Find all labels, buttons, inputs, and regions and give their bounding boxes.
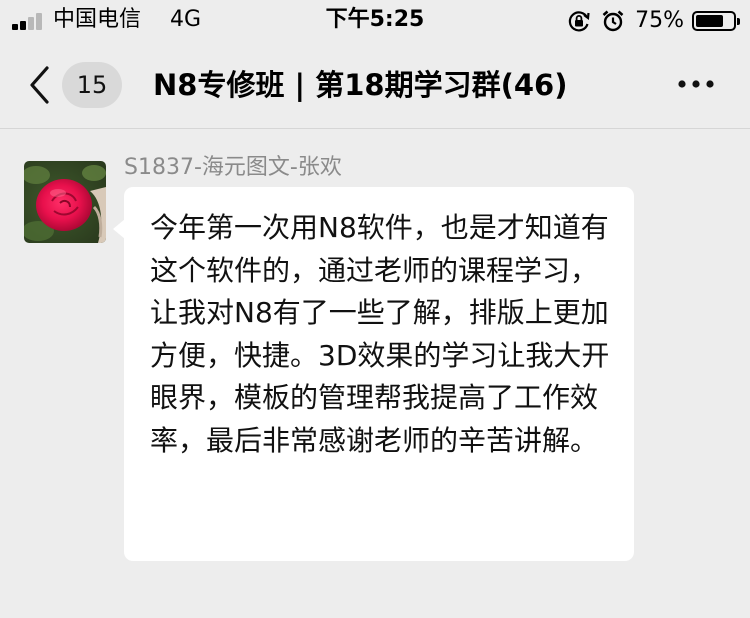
message-text: 今年第一次用N8软件，也是才知道有这个软件的，通过老师的课程学习，让我对N8有了…: [150, 211, 610, 457]
alarm-clock-icon: [601, 9, 625, 33]
chevron-left-icon: [28, 66, 50, 104]
status-indicators: 75%: [567, 7, 740, 35]
message-list[interactable]: S1837-海元图文-张欢 今年第一次用N8软件，也是才知道有这个软件的，通过老…: [0, 129, 750, 618]
sender-name: S1837-海元图文-张欢: [124, 155, 342, 180]
message-bubble[interactable]: 今年第一次用N8软件，也是才知道有这个软件的，通过老师的课程学习，让我对N8有了…: [113, 187, 634, 561]
unread-count-badge: 15: [62, 62, 122, 108]
status-bar: 中国电信 4G 下午5:25 75%: [0, 0, 750, 40]
chat-title: N8专修班 | 第18期学习群(46): [153, 68, 568, 102]
more-dots-icon: [676, 79, 716, 98]
more-button[interactable]: [676, 74, 716, 94]
battery-icon: [692, 11, 740, 31]
battery-percent: 75%: [635, 8, 684, 33]
chat-header: 15 N8专修班 | 第18期学习群(46): [0, 40, 750, 129]
back-button[interactable]: 15: [28, 62, 124, 108]
orientation-lock-icon: [567, 9, 591, 33]
sender-avatar[interactable]: [24, 161, 106, 243]
